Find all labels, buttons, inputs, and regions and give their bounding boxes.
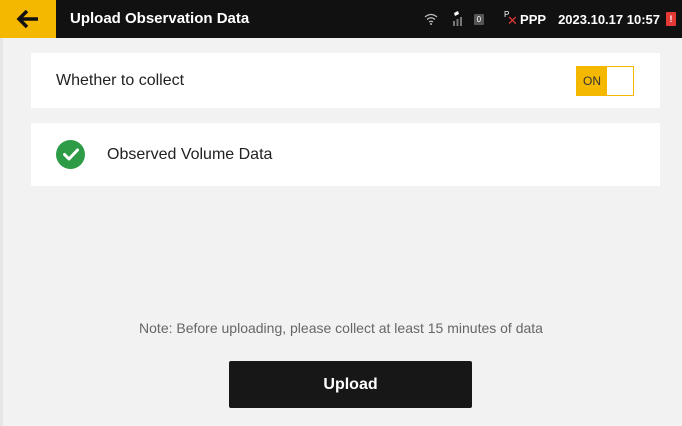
toggle-state-label: ON bbox=[577, 67, 607, 95]
page-title: Upload Observation Data bbox=[70, 10, 250, 27]
left-edge-divider bbox=[0, 38, 3, 426]
upload-note: Note: Before uploading, please collect a… bbox=[139, 320, 543, 336]
collect-label: Whether to collect bbox=[56, 72, 185, 89]
ppp-status: P ✕ PPP bbox=[504, 10, 547, 28]
battery-low-icon: ! bbox=[666, 12, 676, 26]
collect-toggle[interactable]: ON bbox=[576, 66, 634, 96]
check-circle-icon bbox=[56, 140, 85, 169]
collect-setting-row: Whether to collect ON bbox=[31, 53, 660, 108]
top-bar: Upload Observation Data 0 P ✕ PPP 2023.10… bbox=[0, 0, 682, 38]
observed-volume-row: Observed Volume Data bbox=[31, 123, 660, 186]
back-button[interactable] bbox=[0, 0, 56, 38]
satellite-count-badge: 0 bbox=[473, 13, 485, 25]
datetime: 2023.10.17 10:57 bbox=[558, 11, 660, 27]
ppp-label: PPP bbox=[520, 11, 547, 27]
arrow-left-icon bbox=[16, 9, 38, 29]
ppp-disconnected-icon: P ✕ bbox=[504, 10, 518, 28]
upload-button[interactable]: Upload bbox=[229, 361, 472, 408]
status-bar: 0 P ✕ PPP 2023.10.17 10:57 ! bbox=[424, 0, 676, 38]
wifi-icon bbox=[424, 13, 438, 25]
satellite-signal-icon bbox=[452, 11, 462, 26]
observed-volume-label: Observed Volume Data bbox=[107, 146, 273, 163]
